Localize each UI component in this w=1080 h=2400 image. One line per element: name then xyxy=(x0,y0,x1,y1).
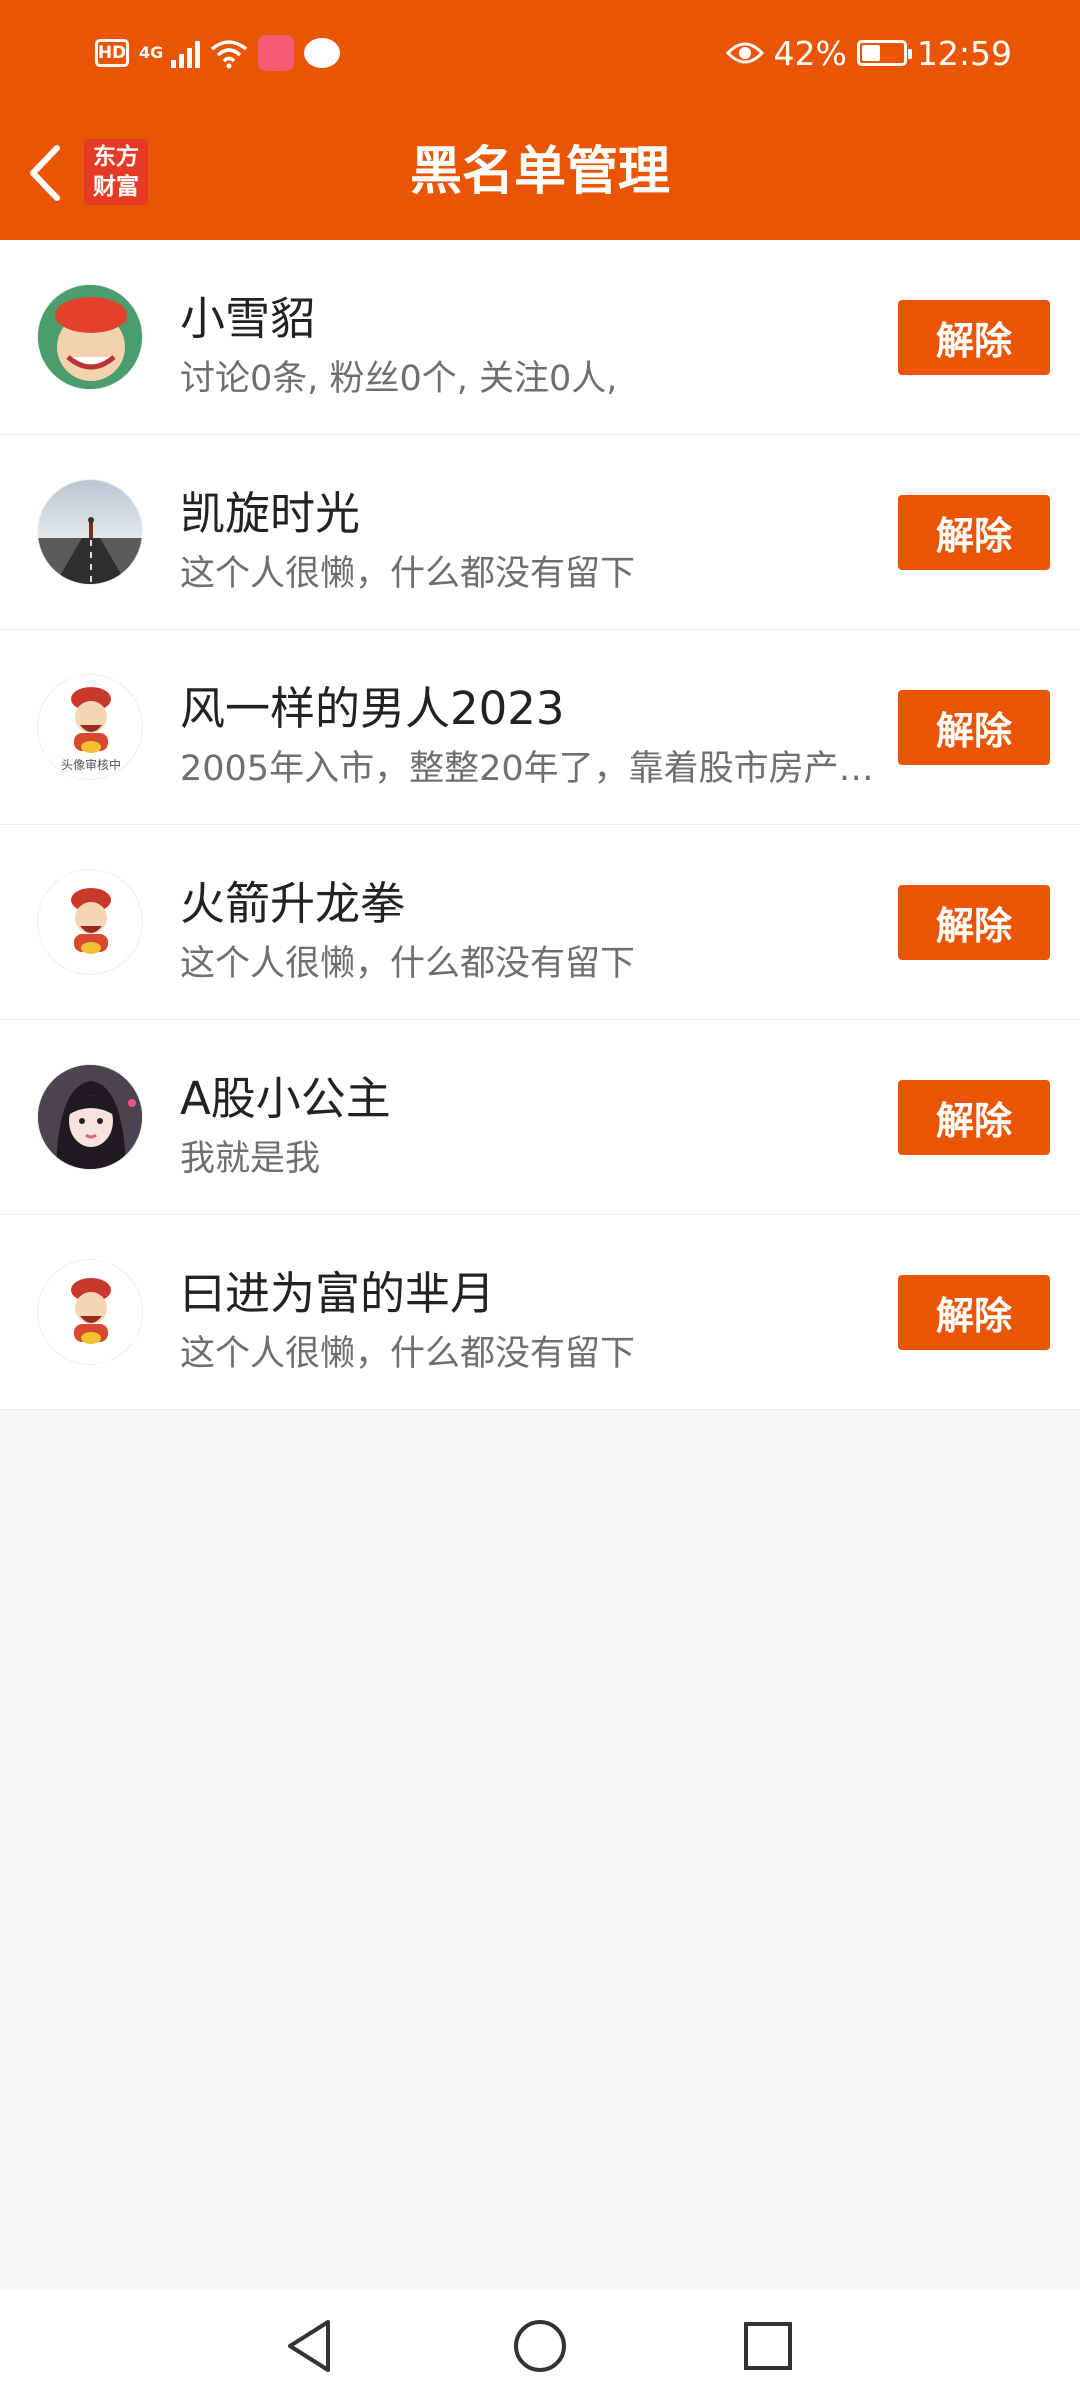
huawei-store-icon xyxy=(258,35,294,71)
avatar[interactable] xyxy=(37,869,143,975)
status-left: HD 4G xyxy=(95,30,340,76)
avatar[interactable] xyxy=(37,1064,143,1170)
clock: 12:59 xyxy=(916,33,1012,73)
user-name: A股小公主 xyxy=(180,1072,391,1125)
user-name: 曰进为富的芈月 xyxy=(180,1267,496,1320)
list-item: 小雪貂 讨论0条, 粉丝0个, 关注0人, 解除 xyxy=(0,240,1080,435)
status-bar: HD 4G 42% 12:59 xyxy=(0,0,1080,105)
avatar[interactable] xyxy=(37,284,143,390)
user-desc: 讨论0条, 粉丝0个, 关注0人, xyxy=(180,359,618,399)
user-desc: 我就是我 xyxy=(180,1139,321,1179)
signal-icon xyxy=(171,38,200,68)
user-desc: 这个人很懒，什么都没有留下 xyxy=(180,554,636,594)
system-nav-bar xyxy=(0,2290,1080,2400)
home-circle-icon[interactable] xyxy=(510,2316,570,2376)
back-triangle-icon[interactable] xyxy=(280,2316,340,2376)
list-item: 火箭升龙拳 这个人很懒，什么都没有留下 解除 xyxy=(0,825,1080,1020)
user-name: 风一样的男人2023 xyxy=(180,682,565,735)
avatar[interactable] xyxy=(37,1259,143,1365)
unblock-button[interactable]: 解除 xyxy=(898,1080,1050,1155)
list-item: 头像审核中 风一样的男人2023 2005年入市，整整20年了，靠着股市房产赚了… xyxy=(0,630,1080,825)
unblock-button[interactable]: 解除 xyxy=(898,690,1050,765)
user-name: 凯旋时光 xyxy=(180,487,361,540)
wifi-icon xyxy=(210,40,248,69)
hd-icon: HD xyxy=(95,39,129,67)
battery-fill xyxy=(861,45,881,61)
message-icon xyxy=(304,38,340,68)
avatar-caption: 头像审核中 xyxy=(61,757,121,772)
eye-comfort-icon xyxy=(725,42,764,64)
unblock-button[interactable]: 解除 xyxy=(898,1275,1050,1350)
avatar[interactable]: 头像审核中 xyxy=(37,674,143,780)
page-title: 黑名单管理 xyxy=(409,142,670,202)
battery-icon xyxy=(856,40,912,66)
unblock-button[interactable]: 解除 xyxy=(898,495,1050,570)
list-item: 凯旋时光 这个人很懒，什么都没有留下 解除 xyxy=(0,435,1080,630)
user-desc: 这个人很懒，什么都没有留下 xyxy=(180,944,636,984)
battery-percent: 42% xyxy=(773,33,847,73)
avatar[interactable] xyxy=(37,479,143,585)
list-item: A股小公主 我就是我 解除 xyxy=(0,1020,1080,1215)
blacklist-list: 小雪貂 讨论0条, 粉丝0个, 关注0人, 解除 凯旋时光 这个人很懒，什么都没… xyxy=(0,240,1080,1410)
unblock-button[interactable]: 解除 xyxy=(898,300,1050,375)
user-name: 小雪貂 xyxy=(180,292,316,345)
status-right: 42% 12:59 xyxy=(725,28,1012,78)
user-desc: 这个人很懒，什么都没有留下 xyxy=(180,1334,636,1374)
recents-square-icon[interactable] xyxy=(738,2316,798,2376)
user-name: 火箭升龙拳 xyxy=(180,877,406,930)
user-desc: 2005年入市，整整20年了，靠着股市房产赚了一些钱 xyxy=(180,749,885,789)
network-type: 4G xyxy=(139,43,164,62)
unblock-button[interactable]: 解除 xyxy=(898,885,1050,960)
list-item: 曰进为富的芈月 这个人很懒，什么都没有留下 解除 xyxy=(0,1215,1080,1410)
app-header: 东方 财富 黑名单管理 xyxy=(0,105,1080,240)
